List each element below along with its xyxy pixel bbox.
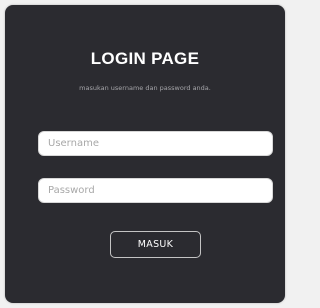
login-submit-button[interactable]: MASUK (110, 231, 201, 258)
username-input[interactable] (38, 131, 273, 156)
login-card: LOGIN PAGE masukan username dan password… (5, 5, 285, 303)
page-background: LOGIN PAGE masukan username dan password… (0, 0, 288, 308)
password-input[interactable] (38, 178, 273, 203)
page-title: LOGIN PAGE (90, 49, 200, 68)
login-instructions: masukan username dan password anda. (79, 84, 211, 92)
